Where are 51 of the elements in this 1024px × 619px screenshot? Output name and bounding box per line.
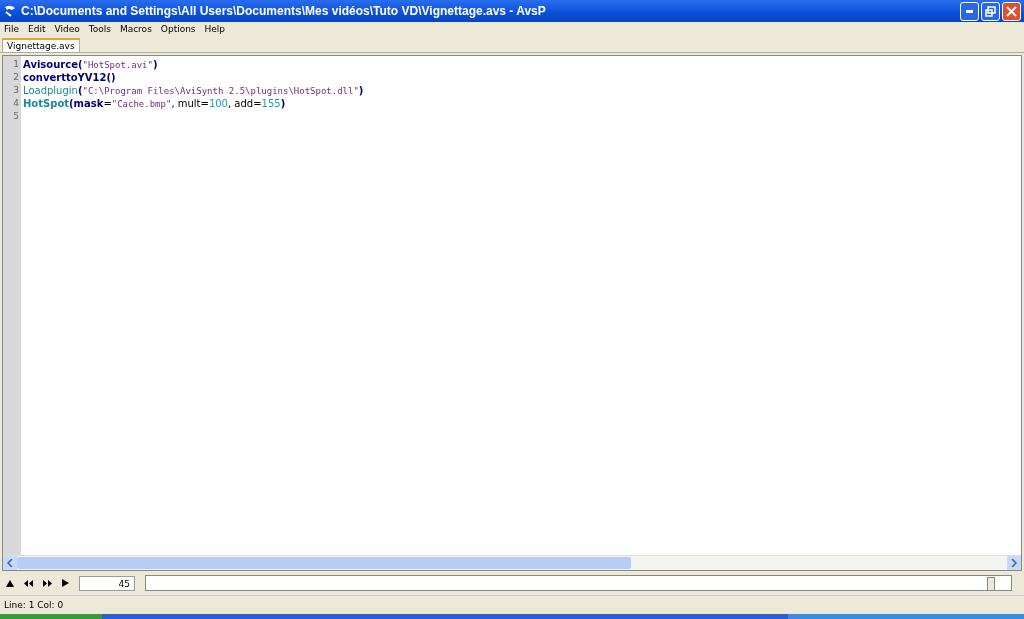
code-token: = bbox=[103, 98, 112, 109]
line-number: 1 bbox=[13, 58, 19, 71]
rewind-icon[interactable] bbox=[24, 579, 33, 587]
fast-forward-icon[interactable] bbox=[43, 579, 52, 587]
horizontal-scrollbar[interactable] bbox=[3, 555, 1021, 570]
line-number: 3 bbox=[13, 84, 19, 97]
line-number: 2 bbox=[13, 71, 19, 84]
close-icon bbox=[1006, 5, 1017, 17]
code-token: HotSpot bbox=[23, 98, 70, 109]
minimize-icon bbox=[965, 9, 974, 13]
frame-number-field[interactable]: 45 bbox=[79, 575, 135, 591]
menu-item[interactable]: Macros bbox=[119, 24, 152, 34]
close-button[interactable] bbox=[1002, 1, 1021, 21]
code-token: ) bbox=[152, 59, 158, 70]
code-token: "C:\Program Files\AviSynth 2.5\plugins\HotSpot.dll" bbox=[82, 86, 359, 96]
code-token: 100 bbox=[208, 98, 228, 109]
code-token: Loadplugin bbox=[23, 85, 78, 96]
code-token: ) bbox=[358, 85, 364, 96]
code-token: "HotSpot.avi" bbox=[82, 60, 153, 70]
code-editor[interactable]: 1 2 3 4 5 Avisource("HotSpot.avi") converttoYV12() Loadplugin("C:\Program Files\AviSynth 2.5\plugins\HotSpot.dll") HotSpot(mask="Cache.bmp", mult=100, add=155) bbox=[2, 55, 1022, 571]
menu-item[interactable]: Video bbox=[54, 24, 80, 34]
restore-icon bbox=[985, 5, 996, 17]
scrollbar-thumb[interactable] bbox=[17, 557, 631, 569]
code-token: , mult= bbox=[171, 98, 209, 109]
code-token: Avisource( bbox=[23, 59, 83, 70]
minimize-button[interactable] bbox=[960, 1, 979, 21]
file-tab[interactable]: Vignettage.avs bbox=[2, 38, 80, 52]
menu-item[interactable]: Tools bbox=[88, 24, 111, 34]
restore-button[interactable] bbox=[981, 1, 1000, 21]
scroll-left-icon[interactable] bbox=[3, 556, 17, 570]
code-token: (mask bbox=[69, 98, 104, 109]
menu-item[interactable]: Help bbox=[204, 24, 226, 34]
menu-item[interactable]: Options bbox=[160, 24, 196, 34]
code-token: ) bbox=[280, 98, 286, 109]
line-number: 4 bbox=[13, 97, 19, 110]
frame-slider[interactable] bbox=[145, 575, 1012, 591]
play-icon[interactable] bbox=[62, 579, 69, 587]
scroll-right-icon[interactable] bbox=[1007, 556, 1021, 570]
line-number: 5 bbox=[13, 110, 19, 123]
code-token: 155 bbox=[261, 98, 281, 109]
code-token: converttoYV12() bbox=[23, 72, 116, 83]
menu-item[interactable]: File bbox=[4, 24, 20, 34]
menu-item[interactable]: Edit bbox=[28, 24, 46, 34]
code-token: ( bbox=[77, 85, 83, 96]
window-title: C:\Documents and Settings\All Users\Documents\Mes vidéos\Tuto VD\Vignettage.avs - AvsP bbox=[21, 4, 547, 18]
slider-thumb[interactable] bbox=[986, 577, 995, 591]
status-text: Line: 1 Col: 0 bbox=[4, 600, 64, 610]
code-token: , add= bbox=[228, 98, 262, 109]
code-token: "Cache.bmp" bbox=[111, 99, 172, 109]
triangle-up-icon[interactable] bbox=[6, 579, 14, 587]
app-icon bbox=[3, 4, 17, 18]
